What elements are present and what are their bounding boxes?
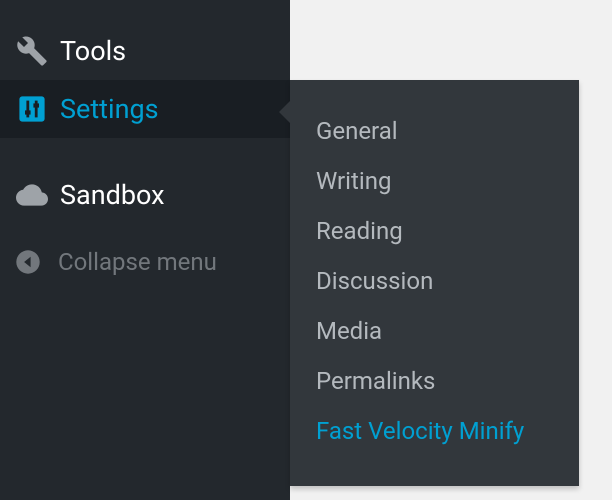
sliders-icon (14, 91, 50, 127)
settings-submenu: General Writing Reading Discussion Media… (290, 80, 579, 486)
submenu-item-general[interactable]: General (290, 106, 579, 156)
sidebar-item-label: Tools (60, 35, 126, 67)
wrench-icon (14, 33, 50, 69)
submenu-item-fast-velocity-minify[interactable]: Fast Velocity Minify (290, 406, 579, 456)
sidebar-spacer (0, 138, 290, 166)
sidebar-item-sandbox[interactable]: Sandbox (0, 166, 290, 224)
submenu-item-discussion[interactable]: Discussion (290, 256, 579, 306)
submenu-item-permalinks[interactable]: Permalinks (290, 356, 579, 406)
sidebar-item-settings[interactable]: Settings (0, 80, 290, 138)
sidebar-item-label: Sandbox (60, 179, 165, 211)
admin-sidebar: Tools Settings Sandbox Collapse menu (0, 0, 290, 500)
submenu-item-media[interactable]: Media (290, 306, 579, 356)
sidebar-item-label: Settings (60, 93, 159, 125)
cloud-icon (14, 177, 50, 213)
collapse-menu-label: Collapse menu (58, 248, 217, 276)
collapse-arrow-icon (14, 248, 42, 276)
submenu-item-reading[interactable]: Reading (290, 206, 579, 256)
submenu-item-writing[interactable]: Writing (290, 156, 579, 206)
sidebar-item-tools[interactable]: Tools (0, 22, 290, 80)
collapse-menu-button[interactable]: Collapse menu (0, 248, 290, 276)
